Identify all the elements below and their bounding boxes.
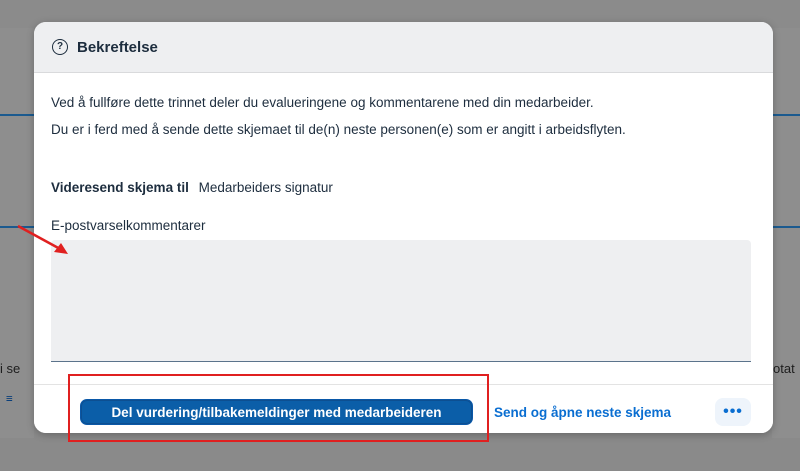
send-and-open-next-button[interactable]: Send og åpne neste skjema: [494, 399, 671, 425]
forward-row: Videresend skjema til Medarbeiders signa…: [51, 180, 333, 195]
info-text-1: Ved å fullføre dette trinnet deler du ev…: [51, 95, 594, 110]
background-right-panel: [772, 28, 800, 438]
background-divider: [773, 114, 800, 116]
confirmation-dialog: ? Bekreftelse Ved å fullføre dette trinn…: [34, 22, 773, 433]
background-divider: [773, 226, 800, 228]
background-divider: [0, 114, 34, 116]
comment-label: E-postvarselkommentarer: [51, 218, 206, 233]
background-text-left: i se: [0, 361, 21, 376]
more-options-button[interactable]: •••: [715, 398, 751, 426]
dialog-title: Bekreftelse: [77, 38, 158, 56]
dialog-footer: Del vurdering/tilbakemeldinger med medar…: [34, 384, 773, 433]
background-bottom: [0, 438, 800, 471]
dialog-header: ? Bekreftelse: [34, 22, 773, 73]
background-text-right: otat: [773, 361, 795, 376]
forward-value: Medarbeiders signatur: [198, 180, 333, 195]
email-comment-field[interactable]: [51, 240, 751, 362]
share-with-employee-button[interactable]: Del vurdering/tilbakemeldinger med medar…: [80, 399, 473, 425]
list-icon: ≡: [6, 392, 13, 405]
help-icon: ?: [52, 39, 68, 55]
background-left-panel: [0, 28, 34, 438]
background-divider: [0, 226, 34, 228]
info-text-2: Du er i ferd med å sende dette skjemaet …: [51, 122, 626, 137]
forward-label: Videresend skjema til: [51, 180, 189, 195]
